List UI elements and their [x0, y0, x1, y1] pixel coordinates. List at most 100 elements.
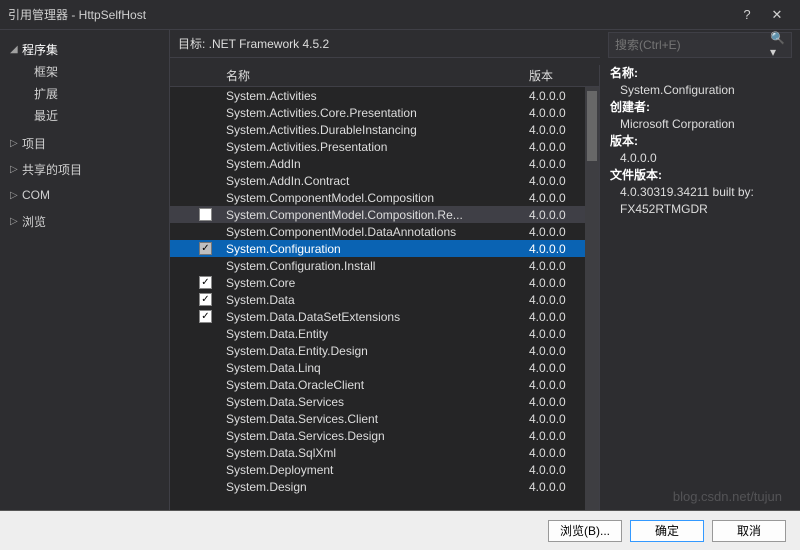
assembly-name: System.AddIn.Contract [220, 174, 529, 188]
checkbox-icon[interactable]: ✓ [199, 242, 212, 255]
dialog-footer: 浏览(B)... 确定 取消 [0, 510, 800, 550]
table-row[interactable]: System.Data.OracleClient4.0.0.0 [170, 376, 585, 393]
table-row[interactable]: System.Design4.0.0.0 [170, 478, 585, 495]
assembly-version: 4.0.0.0 [529, 276, 585, 290]
assembly-version: 4.0.0.0 [529, 463, 585, 477]
assembly-version: 4.0.0.0 [529, 361, 585, 375]
ok-button[interactable]: 确定 [630, 520, 704, 542]
assembly-name: System.Data [220, 293, 529, 307]
table-row[interactable]: System.Activities4.0.0.0 [170, 87, 585, 104]
caret-right-icon: ▷ [10, 138, 22, 149]
sidebar-item-assemblies[interactable]: ◢ 程序集 [0, 38, 169, 60]
assembly-name: System.Data.SqlXml [220, 446, 529, 460]
table-row[interactable]: System.AddIn4.0.0.0 [170, 155, 585, 172]
scrollbar-thumb[interactable] [587, 91, 597, 161]
detail-creator-label: 创建者: [610, 99, 790, 116]
table-row[interactable]: System.AddIn.Contract4.0.0.0 [170, 172, 585, 189]
help-button[interactable]: ? [732, 7, 762, 22]
table-row[interactable]: ✓System.Data4.0.0.0 [170, 291, 585, 308]
assembly-name: System.Activities [220, 89, 529, 103]
table-row[interactable]: System.Activities.DurableInstancing4.0.0… [170, 121, 585, 138]
details-panel: 名称: System.Configuration 创建者: Microsoft … [600, 65, 800, 510]
assembly-name: System.Activities.Core.Presentation [220, 106, 529, 120]
detail-version-value: 4.0.0.0 [610, 150, 790, 167]
table-row[interactable]: System.Activities.Core.Presentation4.0.0… [170, 104, 585, 121]
search-icon[interactable]: 🔍▾ [770, 31, 785, 59]
col-version[interactable]: 版本 [529, 67, 585, 84]
search-box[interactable]: 🔍▾ [608, 32, 792, 58]
detail-filever-value2: FX452RTMGDR [610, 201, 790, 218]
table-row[interactable]: System.Configuration.Install4.0.0.0 [170, 257, 585, 274]
scrollbar[interactable] [585, 87, 599, 510]
table-row[interactable]: ✓System.Core4.0.0.0 [170, 274, 585, 291]
caret-right-icon: ▷ [10, 216, 22, 227]
table-row[interactable]: System.Data.Services.Design4.0.0.0 [170, 427, 585, 444]
sidebar-item-browse[interactable]: ▷浏览 [0, 210, 169, 232]
table-row[interactable]: System.Deployment4.0.0.0 [170, 461, 585, 478]
assembly-version: 4.0.0.0 [529, 140, 585, 154]
sidebar-item-recent[interactable]: 最近 [0, 104, 169, 126]
assembly-version: 4.0.0.0 [529, 208, 585, 222]
assembly-name: System.Activities.Presentation [220, 140, 529, 154]
browse-button[interactable]: 浏览(B)... [548, 520, 622, 542]
assembly-version: 4.0.0.0 [529, 446, 585, 460]
table-header: 名称 版本 [170, 65, 599, 87]
checkbox-icon[interactable] [199, 208, 212, 221]
detail-version-label: 版本: [610, 133, 790, 150]
assembly-version: 4.0.0.0 [529, 344, 585, 358]
assembly-name: System.Data.Linq [220, 361, 529, 375]
cancel-button[interactable]: 取消 [712, 520, 786, 542]
checkbox-icon[interactable]: ✓ [199, 310, 212, 323]
close-button[interactable]: ✕ [762, 7, 792, 23]
assembly-version: 4.0.0.0 [529, 174, 585, 188]
detail-creator-value: Microsoft Corporation [610, 116, 790, 133]
assembly-name: System.Data.Entity.Design [220, 344, 529, 358]
checkbox-icon[interactable]: ✓ [199, 293, 212, 306]
assembly-version: 4.0.0.0 [529, 242, 585, 256]
assembly-name: System.Data.DataSetExtensions [220, 310, 529, 324]
assembly-name: System.ComponentModel.Composition [220, 191, 529, 205]
table-row[interactable]: System.Data.Linq4.0.0.0 [170, 359, 585, 376]
table-row[interactable]: System.Data.Services.Client4.0.0.0 [170, 410, 585, 427]
sidebar-item-framework[interactable]: 框架 [0, 60, 169, 82]
caret-down-icon: ◢ [10, 44, 22, 55]
table-row[interactable]: System.Activities.Presentation4.0.0.0 [170, 138, 585, 155]
assembly-list[interactable]: System.Activities4.0.0.0System.Activitie… [170, 87, 599, 510]
table-row[interactable]: System.Data.Entity.Design4.0.0.0 [170, 342, 585, 359]
table-row[interactable]: System.Data.Services4.0.0.0 [170, 393, 585, 410]
assembly-version: 4.0.0.0 [529, 378, 585, 392]
checkbox-icon[interactable]: ✓ [199, 276, 212, 289]
table-row[interactable]: System.ComponentModel.Composition.Re...4… [170, 206, 585, 223]
table-row[interactable]: System.ComponentModel.Composition4.0.0.0 [170, 189, 585, 206]
assembly-name: System.Deployment [220, 463, 529, 477]
assembly-name: System.Configuration [220, 242, 529, 256]
assembly-version: 4.0.0.0 [529, 89, 585, 103]
caret-right-icon: ▷ [10, 190, 22, 201]
col-name[interactable]: 名称 [220, 67, 529, 84]
table-row[interactable]: System.Data.Entity4.0.0.0 [170, 325, 585, 342]
detail-name-label: 名称: [610, 65, 790, 82]
sidebar-item-projects[interactable]: ▷项目 [0, 132, 169, 154]
detail-filever-label: 文件版本: [610, 167, 790, 184]
window-title: 引用管理器 - HttpSelfHost [8, 6, 732, 23]
assembly-version: 4.0.0.0 [529, 327, 585, 341]
table-row[interactable]: ✓System.Data.DataSetExtensions4.0.0.0 [170, 308, 585, 325]
assembly-name: System.Data.Entity [220, 327, 529, 341]
assembly-name: System.Data.Services.Design [220, 429, 529, 443]
assembly-name: System.AddIn [220, 157, 529, 171]
assembly-name: System.Data.Services [220, 395, 529, 409]
table-row[interactable]: System.ComponentModel.DataAnnotations4.0… [170, 223, 585, 240]
assembly-name: System.Design [220, 480, 529, 494]
sidebar-item-shared[interactable]: ▷共享的项目 [0, 158, 169, 180]
target-framework-label: 目标: .NET Framework 4.5.2 [170, 30, 600, 58]
search-input[interactable] [615, 38, 770, 52]
table-row[interactable]: ✓ System.Configuration4.0.0.0 [170, 240, 585, 257]
assembly-version: 4.0.0.0 [529, 480, 585, 494]
assembly-version: 4.0.0.0 [529, 395, 585, 409]
sidebar-item-com[interactable]: ▷COM [0, 184, 169, 206]
assembly-name: System.Configuration.Install [220, 259, 529, 273]
sidebar-item-extensions[interactable]: 扩展 [0, 82, 169, 104]
assembly-version: 4.0.0.0 [529, 191, 585, 205]
table-row[interactable]: System.Data.SqlXml4.0.0.0 [170, 444, 585, 461]
assembly-version: 4.0.0.0 [529, 106, 585, 120]
